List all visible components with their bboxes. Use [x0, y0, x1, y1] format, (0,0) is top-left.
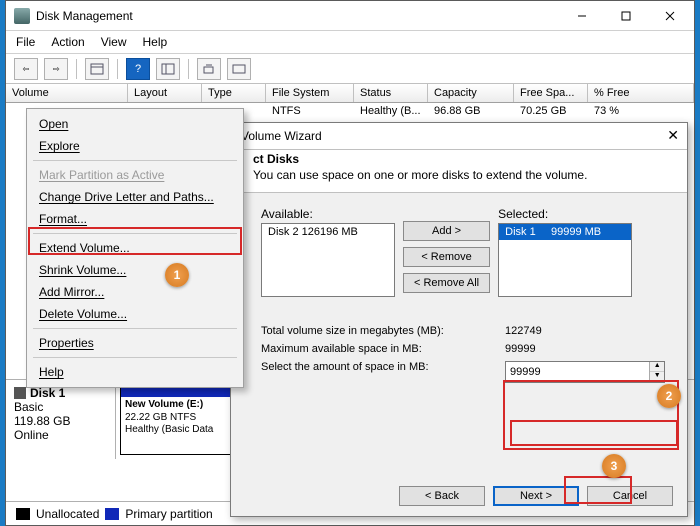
titlebar: Disk Management — [6, 1, 694, 31]
volume-box[interactable]: New Volume (E:) 22.22 GB NTFS Healthy (B… — [120, 384, 246, 455]
ctx-format[interactable]: Format... — [29, 208, 241, 230]
back-button[interactable]: ⇦ — [14, 58, 38, 80]
swatch-primary — [105, 508, 119, 520]
available-item[interactable]: Disk 2 126196 MB — [262, 224, 394, 240]
max-space-value: 99999 — [505, 343, 665, 355]
disk-label-block[interactable]: Disk 1 Basic 119.88 GB Online — [6, 380, 116, 459]
ctx-explore[interactable]: Explore — [29, 135, 241, 157]
maximize-button[interactable] — [604, 2, 648, 30]
total-size-label: Total volume size in megabytes (MB): — [261, 325, 444, 337]
volume-status: Healthy (Basic Data — [125, 424, 213, 435]
cell-capacity: 96.88 GB — [428, 103, 514, 119]
ctx-properties[interactable]: Properties — [29, 332, 241, 354]
volume-name: New Volume (E:) — [125, 399, 203, 410]
col-filesystem[interactable]: File System — [266, 84, 354, 102]
spinner[interactable]: ▲▼ — [649, 362, 664, 382]
toolbar-view-icon[interactable] — [85, 58, 109, 80]
toolbar-list-icon[interactable] — [156, 58, 180, 80]
col-volume[interactable]: Volume — [6, 84, 128, 102]
spin-up-icon[interactable]: ▲ — [650, 362, 664, 372]
annotation-circle-3: 3 — [602, 454, 626, 478]
col-layout[interactable]: Layout — [128, 84, 202, 102]
legend-unallocated: Unallocated — [36, 507, 99, 521]
separator — [33, 357, 237, 358]
total-size-value: 122749 — [505, 325, 665, 337]
selected-listbox[interactable]: Disk 1 99999 MB — [498, 223, 632, 297]
separator — [188, 59, 189, 79]
remove-all-button[interactable]: < Remove All — [403, 273, 490, 293]
ctx-delete-volume[interactable]: Delete Volume... — [29, 303, 241, 325]
spin-down-icon[interactable]: ▼ — [650, 372, 664, 382]
forward-button[interactable]: ⇨ — [44, 58, 68, 80]
volume-context-menu: Open Explore Mark Partition as Active Ch… — [26, 108, 244, 388]
select-space-label: Select the amount of space in MB: — [261, 361, 429, 383]
volume-grid-header: Volume Layout Type File System Status Ca… — [6, 84, 694, 103]
swatch-unallocated — [16, 508, 30, 520]
cell-status: Healthy (B... — [354, 103, 428, 119]
space-input[interactable] — [506, 364, 649, 380]
ctx-mark-active: Mark Partition as Active — [29, 164, 241, 186]
toolbar-action1-icon[interactable] — [197, 58, 221, 80]
ctx-shrink-volume[interactable]: Shrink Volume... — [29, 259, 241, 281]
ctx-help[interactable]: Help — [29, 361, 241, 383]
wizard-title: Volume Wizard — [241, 129, 677, 143]
wizard-section-title: ct Disks — [253, 152, 665, 166]
col-status[interactable]: Status — [354, 84, 428, 102]
separator — [117, 59, 118, 79]
toolbar: ⇦ ⇨ ? — [6, 54, 694, 84]
ctx-add-mirror[interactable]: Add Mirror... — [29, 281, 241, 303]
menu-action[interactable]: Action — [51, 35, 84, 49]
minimize-button[interactable] — [560, 2, 604, 30]
menu-help[interactable]: Help — [143, 35, 168, 49]
ctx-extend-volume[interactable]: Extend Volume... — [29, 237, 241, 259]
menubar: File Action View Help — [6, 31, 694, 54]
col-free[interactable]: Free Spa... — [514, 84, 588, 102]
cancel-button[interactable]: Cancel — [587, 486, 673, 506]
separator — [76, 59, 77, 79]
cell-fs: NTFS — [266, 103, 354, 119]
ctx-change-drive-letter[interactable]: Change Drive Letter and Paths... — [29, 186, 241, 208]
annotation-circle-1: 1 — [165, 263, 189, 287]
help-icon[interactable]: ? — [126, 58, 150, 80]
close-button[interactable] — [648, 2, 692, 30]
cell-pctfree: 73 % — [588, 103, 694, 119]
window-title: Disk Management — [36, 9, 560, 23]
selected-item[interactable]: Disk 1 99999 MB — [499, 224, 631, 240]
available-label: Available: — [261, 207, 395, 221]
col-type[interactable]: Type — [202, 84, 266, 102]
separator — [33, 160, 237, 161]
wizard-section-subtitle: You can use space on one or more disks t… — [253, 168, 665, 182]
menu-file[interactable]: File — [16, 35, 35, 49]
toolbar-action2-icon[interactable] — [227, 58, 251, 80]
separator — [33, 328, 237, 329]
legend-primary: Primary partition — [125, 507, 212, 521]
separator — [33, 233, 237, 234]
col-pctfree[interactable]: % Free — [588, 84, 694, 102]
back-button[interactable]: < Back — [399, 486, 485, 506]
annotation-circle-2: 2 — [657, 384, 681, 408]
disk-size: 119.88 GB — [14, 414, 107, 428]
cell-free: 70.25 GB — [514, 103, 588, 119]
disk-state: Online — [14, 428, 107, 442]
selected-label: Selected: — [498, 207, 632, 221]
remove-button[interactable]: < Remove — [403, 247, 490, 267]
disk-icon — [14, 387, 26, 399]
max-space-label: Maximum available space in MB: — [261, 343, 422, 355]
app-icon — [14, 8, 30, 24]
close-icon[interactable]: ✕ — [667, 127, 679, 144]
disk-name: Disk 1 — [30, 386, 65, 400]
ctx-open[interactable]: Open — [29, 113, 241, 135]
space-input-wrap: ▲▼ — [505, 361, 665, 383]
available-listbox[interactable]: Disk 2 126196 MB — [261, 223, 395, 297]
volume-size: 22.22 GB NTFS — [125, 412, 196, 423]
menu-view[interactable]: View — [101, 35, 127, 49]
next-button[interactable]: Next > — [493, 486, 579, 506]
disk-type: Basic — [14, 400, 107, 414]
add-button[interactable]: Add > — [403, 221, 490, 241]
col-capacity[interactable]: Capacity — [428, 84, 514, 102]
